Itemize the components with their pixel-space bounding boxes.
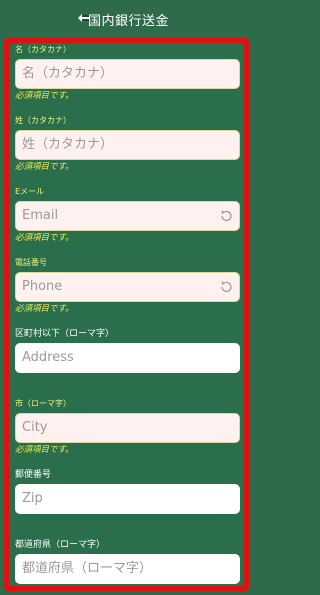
field-label: 都道府県（ローマ字） <box>15 540 106 550</box>
prefecture-input[interactable]: 都道府県（ローマ字） <box>15 554 240 584</box>
zip-input[interactable]: Zip <box>15 484 240 514</box>
error-message: 必須項目です。 <box>15 304 74 314</box>
input-placeholder: City <box>22 420 48 435</box>
prefecture-field: 都道府県（ローマ字） 都道府県（ローマ字） <box>15 540 240 584</box>
zip-field: 郵便番号 Zip <box>15 470 240 514</box>
input-placeholder: Address <box>22 350 74 365</box>
remittance-form: 名（カタカナ） 名（カタカナ） 必須項目です。 姓（カタカナ） 姓（カタカナ） … <box>4 38 249 591</box>
error-message: 必須項目です。 <box>15 91 74 101</box>
last-name-kana-field: 姓（カタカナ） 姓（カタカナ） 必須項目です。 <box>15 116 240 172</box>
field-label: 名（カタカナ） <box>15 45 71 54</box>
back-arrow-icon[interactable] <box>78 12 90 24</box>
input-placeholder: 名（カタカナ） <box>22 66 114 81</box>
last-name-kana-input[interactable]: 姓（カタカナ） <box>15 130 240 160</box>
city-input[interactable]: City <box>15 413 240 443</box>
app-header: 国内銀行送金 <box>0 0 257 38</box>
first-name-kana-field: 名（カタカナ） 名（カタカナ） 必須項目です。 <box>15 45 240 101</box>
field-label: 郵便番号 <box>15 470 52 480</box>
input-placeholder: 都道府県（ローマ字） <box>22 561 153 576</box>
input-placeholder: Phone <box>22 279 63 294</box>
email-input[interactable]: Email <box>15 201 240 231</box>
input-placeholder: Email <box>22 208 59 223</box>
field-label: 区町村以下（ローマ字） <box>15 329 115 339</box>
error-message: 必須項目です。 <box>15 445 74 455</box>
refresh-icon[interactable] <box>219 209 233 223</box>
field-label: 市（ローマ字） <box>15 399 71 408</box>
address-field: 区町村以下（ローマ字） Address <box>15 329 240 373</box>
first-name-kana-input[interactable]: 名（カタカナ） <box>15 59 240 89</box>
phone-input[interactable]: Phone <box>15 272 240 302</box>
email-field: Eメール Email 必須項目です。 <box>15 187 240 243</box>
error-message: 必須項目です。 <box>15 162 74 172</box>
field-label: 電話番号 <box>15 258 47 267</box>
input-placeholder: Zip <box>22 491 43 506</box>
refresh-icon[interactable] <box>219 280 233 294</box>
field-label: 姓（カタカナ） <box>15 116 71 125</box>
address-input[interactable]: Address <box>15 343 240 373</box>
error-message: 必須項目です。 <box>15 233 74 243</box>
field-label: Eメール <box>15 187 45 196</box>
input-placeholder: 姓（カタカナ） <box>22 137 114 152</box>
city-field: 市（ローマ字） City 必須項目です。 <box>15 399 240 455</box>
phone-field: 電話番号 Phone 必須項目です。 <box>15 258 240 314</box>
page-title: 国内銀行送金 <box>87 13 169 29</box>
